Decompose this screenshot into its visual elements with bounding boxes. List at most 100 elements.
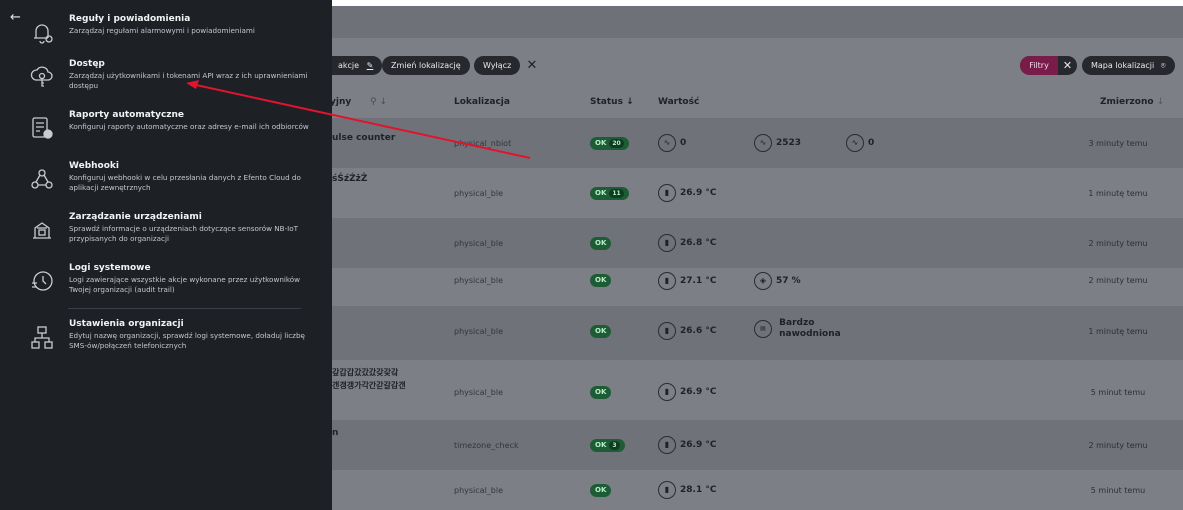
logs-icon [28,267,56,295]
location-pin-icon: ⌾ [1160,61,1166,70]
menu-item-organization-settings[interactable]: Ustawienia organizacji Edytuj nazwę orga… [24,319,324,355]
status-badge: OK [590,237,612,250]
location-map-button[interactable]: Mapa lokalizacji ⌾ [1082,56,1175,75]
pulse-value: ∿ 0 [658,134,686,152]
thermometer-icon: ▮ [658,481,676,499]
status-badge: OK [590,484,612,497]
status-label: OK [595,441,607,449]
row-location: physical_ble [454,276,504,285]
status-label: OK [595,327,607,335]
search-icon[interactable]: ⚲ ↓ [370,97,387,107]
status-label: OK [595,486,607,494]
menu-item-description: Konfiguruj raporty automatyczne oraz adr… [69,122,309,131]
status-label: OK [595,139,607,147]
menu-item-description: Sprawdź informacje o urządzeniach dotycz… [69,224,299,243]
value-text: 26.9 °C [680,188,717,198]
measured-time: 5 minut temu [1090,486,1146,495]
measured-time: 1 minutę temu [1088,327,1148,336]
humidity-icon: ◈ [754,272,772,290]
devices-icon [28,216,56,244]
header-status[interactable]: Status ↓ [590,97,634,107]
value-text: 0 [680,138,687,148]
back-arrow-icon[interactable]: ← [10,11,21,24]
row-location: physical_ble [454,239,504,248]
status-label: OK [595,388,607,396]
pulse-value: ∿ 2523 [754,134,801,152]
thermometer-icon: ▮ [658,234,676,252]
row-name-line2: 갠갱갱가각간갇갈감갠 [332,381,406,390]
status-count: 20 [609,139,624,148]
change-location-button[interactable]: Zmień lokalizację [382,56,470,75]
status-label: OK [595,239,607,247]
temperature-value: ▮ 27.1 °C [658,272,716,290]
status-badge: OK 11 [590,187,629,200]
status-badge: OK [590,325,612,338]
sort-down-icon: ↓ [626,97,634,107]
measured-time: 2 minuty temu [1088,441,1148,450]
value-text: 28.1 °C [680,485,717,495]
status-badge: OK [590,386,612,399]
menu-item-description: Zarządzaj regułami alarmowymi i powiadom… [69,26,255,35]
menu-item-description: Logi zawierające wszystkie akcje wykonan… [69,275,301,294]
value-text: 57 % [776,276,801,286]
header-measured[interactable]: Zmierzono ↓ [1100,97,1164,107]
temperature-value: ▮ 26.6 °C [658,322,716,340]
temperature-value: ▮ 26.8 °C [658,234,716,252]
settings-panel: ← Reguły i powiadomienia Zarządzaj reguł… [0,0,332,510]
bell-gear-icon [28,18,56,46]
status-count: 11 [609,189,624,198]
measured-time: 3 minuty temu [1088,139,1148,148]
temperature-value: ▮ 26.9 °C [658,383,716,401]
row-location: physical_ble [454,486,504,495]
row-name: śŚźŹżŻ [332,174,368,184]
clear-filters-icon[interactable]: ✕ [1058,56,1077,75]
close-selection-icon[interactable]: ✕ [524,56,540,75]
humidity-value: ◈ 57 % [754,272,801,290]
row-location: timezone_check [454,441,519,450]
temperature-value: ▮ 26.9 °C [658,184,716,202]
menu-item-rules-notifications[interactable]: Reguły i powiadomienia Zarządzaj regułam… [24,14,324,46]
menu-item-automatic-reports[interactable]: Raporty automatyczne Konfiguruj raporty … [24,110,324,146]
location-map-label: Mapa lokalizacji [1091,61,1155,70]
menu-item-title: Ustawienia organizacji [69,319,184,329]
row-location: physical_ble [454,327,504,336]
header-name[interactable]: yjny [330,97,351,107]
soil-moisture-icon: ▤ [754,320,772,338]
thermometer-icon: ▮ [658,383,676,401]
menu-item-system-logs[interactable]: Logi systemowe Logi zawierające wszystki… [24,263,324,299]
header-status-label: Status [590,97,623,107]
organization-icon [28,323,56,351]
measured-time: 1 minutę temu [1088,189,1148,198]
status-badge: OK 20 [590,137,629,150]
report-icon [28,114,56,142]
turn-off-button[interactable]: Wyłącz [474,56,521,75]
row-location: physical_nbiot [454,139,512,148]
value-text: 26.9 °C [680,387,717,397]
header-value: Wartość [658,97,700,107]
header-location[interactable]: Lokalizacja [454,97,510,107]
value-text: Bardzo [779,318,815,328]
value-text: nawodniona [779,329,841,339]
row-location: physical_ble [454,189,504,198]
menu-item-description: Edytuj nazwę organizacji, sprawdź logi s… [69,331,305,350]
thermometer-icon: ▮ [658,322,676,340]
menu-item-title: Reguły i powiadomienia [69,14,191,24]
menu-item-title: Raporty automatyczne [69,110,185,120]
temperature-value: ▮ 26.9 °C [658,436,716,454]
change-location-label: Zmień lokalizację [391,61,461,70]
soil-moisture-value: ▤ Bardzo nawodniona [754,318,841,344]
menu-item-description: Konfiguruj webhooki w celu przesłania da… [69,173,301,192]
menu-item-title: Webhooki [69,161,119,171]
value-text: 26.9 °C [680,440,717,450]
measured-time: 5 minut temu [1090,388,1146,397]
pulse-value: ∿ 0 [846,134,874,152]
menu-item-webhooks[interactable]: Webhooki Konfiguruj webhooki w celu prze… [24,161,324,197]
filters-label: Filtry [1020,56,1058,75]
status-badge: OK 3 [590,439,625,452]
value-text: 0 [868,138,875,148]
filters-button[interactable]: Filtry ✕ [1020,56,1077,75]
value-text: 26.8 °C [680,238,717,248]
menu-item-device-management[interactable]: Zarządzanie urządzeniami Sprawdź informa… [24,212,324,248]
menu-item-access[interactable]: Dostęp Zarządzaj użytkownikami i tokenam… [24,59,324,95]
edit-icon: ✎ [366,61,374,70]
